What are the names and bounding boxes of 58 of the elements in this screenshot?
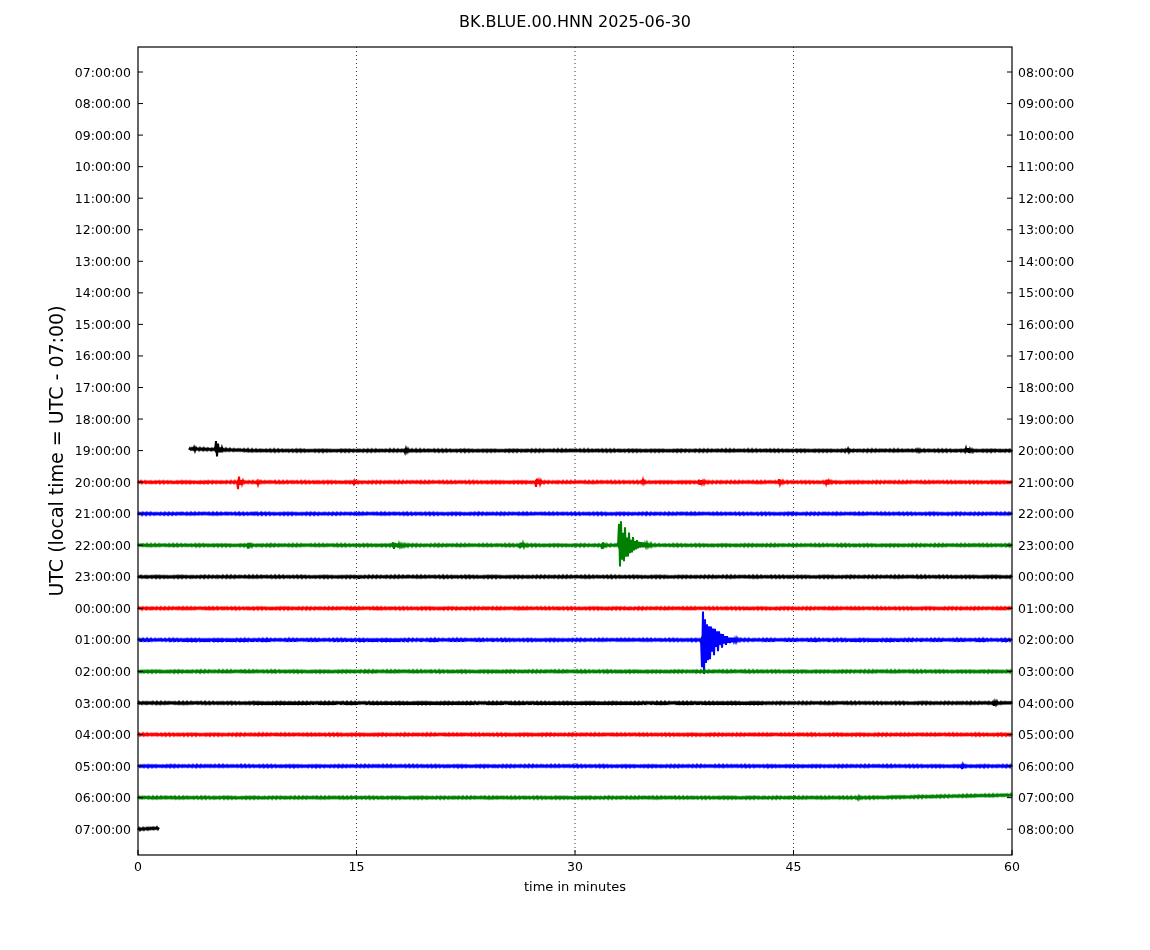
y-tick-label: 15:00:00 bbox=[74, 316, 131, 332]
y-tick-label: 07:00:00 bbox=[74, 64, 131, 80]
y-tick-label: 07:00:00 bbox=[74, 821, 131, 837]
y-tick-label: 20:00:00 bbox=[1018, 443, 1075, 459]
chart-title: BK.BLUE.00.HNN 2025-06-30 bbox=[459, 12, 691, 31]
y-tick-label: 19:00:00 bbox=[74, 443, 131, 459]
y-tick-label: 06:00:00 bbox=[74, 790, 131, 806]
y-tick-label: 12:00:00 bbox=[74, 222, 131, 238]
y-tick-label: 19:00:00 bbox=[1018, 411, 1075, 427]
y-tick-label: 08:00:00 bbox=[1018, 821, 1075, 837]
y-tick-label: 08:00:00 bbox=[1018, 64, 1075, 80]
y-tick-label: 21:00:00 bbox=[74, 506, 131, 522]
y-tick-label: 23:00:00 bbox=[1018, 537, 1075, 553]
y-tick-label: 08:00:00 bbox=[74, 96, 131, 112]
y-tick-label: 14:00:00 bbox=[1018, 253, 1075, 269]
y-tick-label: 05:00:00 bbox=[74, 758, 131, 774]
x-tick-label: 45 bbox=[785, 859, 802, 874]
y-tick-label: 18:00:00 bbox=[1018, 380, 1075, 395]
y-tick-label: 04:00:00 bbox=[1018, 695, 1075, 711]
y-tick-label: 20:00:00 bbox=[74, 474, 131, 490]
x-tick-label: 60 bbox=[1004, 859, 1020, 874]
y-tick-label: 12:00:00 bbox=[1018, 190, 1075, 206]
y-tick-label: 00:00:00 bbox=[74, 600, 131, 616]
y-tick-label: 23:00:00 bbox=[74, 569, 131, 585]
y-tick-label: 07:00:00 bbox=[1018, 790, 1075, 806]
y-tick-label: 03:00:00 bbox=[74, 695, 131, 711]
y-tick-label: 01:00:00 bbox=[74, 632, 131, 648]
y-tick-label: 10:00:00 bbox=[1018, 127, 1075, 143]
y-tick-label: 02:00:00 bbox=[1018, 632, 1075, 648]
y-tick-label: 11:00:00 bbox=[1018, 159, 1075, 175]
y-tick-label: 13:00:00 bbox=[1018, 222, 1075, 238]
y-tick-label: 18:00:00 bbox=[74, 411, 131, 427]
y-tick-label: 17:00:00 bbox=[1018, 348, 1075, 364]
y-tick-label: 10:00:00 bbox=[74, 159, 131, 175]
x-tick-label: 0 bbox=[134, 859, 142, 874]
y-tick-label: 22:00:00 bbox=[1018, 506, 1075, 522]
y-tick-label: 02:00:00 bbox=[74, 663, 131, 679]
y-tick-label: 01:00:00 bbox=[1018, 600, 1075, 616]
y-tick-label: 06:00:00 bbox=[1018, 758, 1075, 774]
y-tick-label: 05:00:00 bbox=[1018, 727, 1075, 743]
y-tick-label: 03:00:00 bbox=[1018, 663, 1075, 679]
y-tick-label: 22:00:00 bbox=[74, 537, 131, 553]
y-tick-label: 21:00:00 bbox=[1018, 474, 1075, 490]
y-tick-label: 17:00:00 bbox=[74, 380, 131, 395]
x-tick-label: 30 bbox=[567, 859, 583, 874]
x-axis-label: time in minutes bbox=[523, 879, 627, 894]
y-tick-label: 00:00:00 bbox=[1018, 569, 1075, 585]
y-tick-label: 09:00:00 bbox=[74, 127, 131, 143]
y-tick-label: 14:00:00 bbox=[74, 285, 131, 301]
y-tick-label: 16:00:00 bbox=[74, 348, 131, 364]
y-tick-label: 16:00:00 bbox=[1018, 316, 1075, 332]
y-tick-label: 11:00:00 bbox=[74, 190, 131, 206]
y-axis-label: UTC (local time = UTC - 07:00) bbox=[45, 305, 67, 597]
x-tick-label: 15 bbox=[348, 859, 365, 874]
y-tick-label: 09:00:00 bbox=[1018, 96, 1075, 112]
y-tick-label: 04:00:00 bbox=[74, 727, 131, 743]
y-tick-label: 15:00:00 bbox=[1018, 285, 1075, 301]
y-tick-label: 13:00:00 bbox=[74, 253, 131, 269]
